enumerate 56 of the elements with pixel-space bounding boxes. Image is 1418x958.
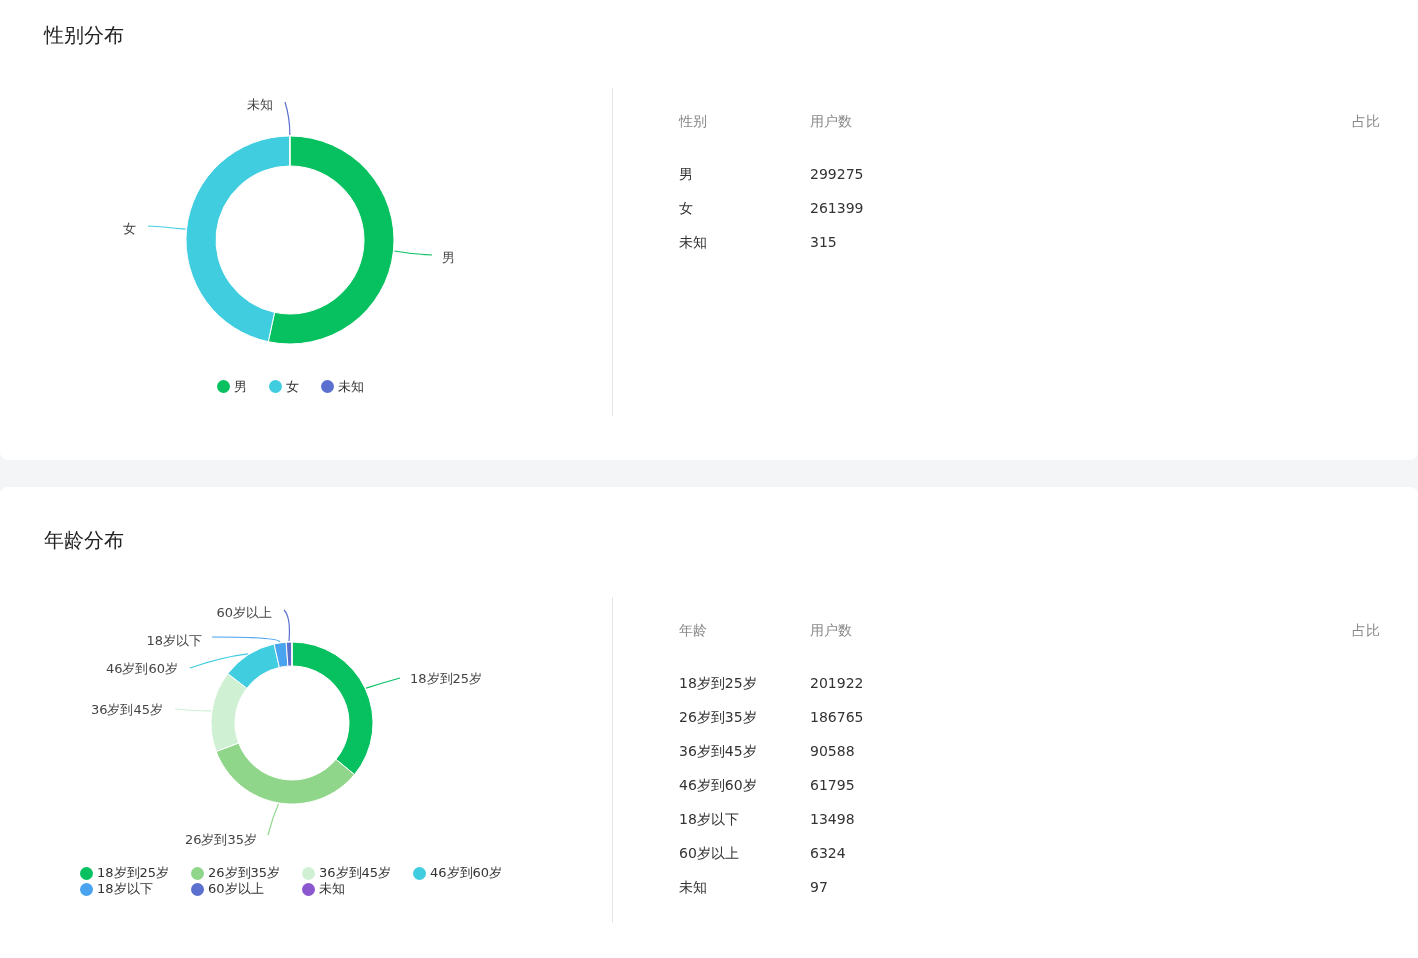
legend-label[interactable]: 60岁以上 <box>208 881 264 897</box>
table-cell-text: 6324 <box>810 843 847 863</box>
leader-line <box>174 708 212 712</box>
slice-label: 18岁到25岁 <box>410 671 483 686</box>
table-cell-text: 未知 <box>679 877 708 897</box>
leader-line <box>147 225 187 230</box>
table-cell-text: 13498 <box>810 809 856 829</box>
legend-label[interactable]: 26岁到35岁 <box>208 865 281 881</box>
column-header: 性别 <box>679 111 708 131</box>
table-cell-text: 261399 <box>810 198 865 218</box>
table-cell-text: 26岁到35岁 <box>679 707 758 727</box>
legend-label[interactable]: 男 <box>233 377 247 397</box>
table-cell-text: 315 <box>810 232 838 252</box>
slice-label: 46岁到60岁 <box>105 661 178 676</box>
section-title: 性别分布 <box>42 22 125 49</box>
column-header: 占比 <box>1352 620 1380 640</box>
leader-line <box>393 250 433 256</box>
column-header: 用户数 <box>810 620 853 640</box>
section-title: 年龄分布 <box>43 527 125 554</box>
table-cell-text: 18岁到25岁 <box>679 673 758 693</box>
table-cell-text: 61795 <box>810 775 856 795</box>
slice-label: 女 <box>123 221 136 236</box>
slice-label: 60岁以上 <box>216 605 272 620</box>
leader-line <box>365 677 401 689</box>
table-cell-text: 201922 <box>810 673 865 693</box>
legend-label[interactable]: 18岁以下 <box>97 881 153 897</box>
column-header: 用户数 <box>810 111 853 131</box>
legend-label[interactable]: 未知 <box>319 881 345 897</box>
table-cell-text: 90588 <box>810 741 856 761</box>
slice-label: 男 <box>442 250 455 265</box>
slice-label: 18岁以下 <box>146 633 202 648</box>
leader-line <box>267 803 280 836</box>
table-cell-text: 未知 <box>679 232 708 252</box>
legend-label[interactable]: 18岁到25岁 <box>97 865 170 881</box>
table-cell-text: 36岁到45岁 <box>679 741 758 761</box>
legend-label[interactable]: 36岁到45岁 <box>319 865 392 881</box>
table-cell-text: 46岁到60岁 <box>679 775 758 795</box>
table-cell-text: 18岁以下 <box>679 809 740 829</box>
table-cell-text: 97 <box>810 877 829 897</box>
column-header: 年龄 <box>679 620 708 640</box>
slice-label: 26岁到35岁 <box>184 832 257 847</box>
column-header: 占比 <box>1352 111 1380 131</box>
slice-label: 未知 <box>247 97 273 112</box>
slice-label: 36岁到45岁 <box>90 702 163 717</box>
leader-line <box>211 636 281 643</box>
leader-line <box>189 653 249 669</box>
table-cell-text: 女 <box>679 198 694 218</box>
legend-label[interactable]: 46岁到60岁 <box>430 865 503 881</box>
table-cell-text: 60岁以上 <box>679 843 740 863</box>
table-cell-text: 299275 <box>810 164 865 184</box>
leader-line <box>284 101 291 136</box>
table-cell-text: 186765 <box>810 707 865 727</box>
table-cell-text: 男 <box>679 164 694 184</box>
legend-label[interactable]: 女 <box>285 377 299 397</box>
legend-label[interactable]: 未知 <box>337 377 364 397</box>
leader-line <box>283 609 291 642</box>
